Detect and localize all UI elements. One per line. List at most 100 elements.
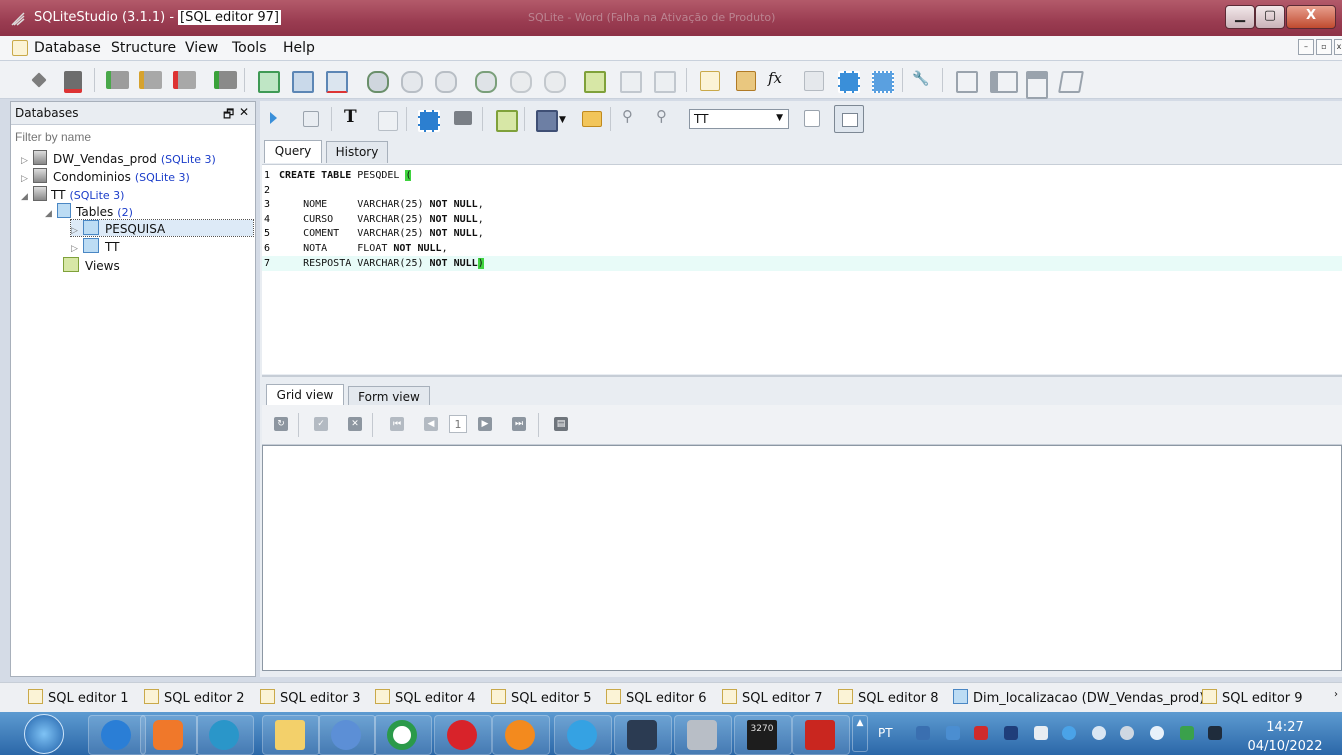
close-button[interactable]: X [1286, 5, 1336, 29]
refresh-results-icon[interactable]: ↻ [274, 417, 288, 431]
delete-view-icon[interactable] [654, 71, 676, 93]
maximize-button[interactable]: ▢ [1255, 5, 1285, 29]
taskbar-virtualbox[interactable] [614, 715, 672, 755]
window-tab-sql-editor-3[interactable]: SQL editor 3 [260, 689, 361, 706]
open-sql-editor-icon[interactable] [700, 71, 720, 91]
window-tab-sql-editor-6[interactable]: SQL editor 6 [606, 689, 707, 706]
import-icon[interactable] [872, 71, 894, 93]
tile-horizontal-icon[interactable] [990, 71, 1018, 93]
filter-input[interactable] [13, 127, 257, 147]
window-tab-sql-editor-5[interactable]: SQL editor 5 [491, 689, 592, 706]
menu-help[interactable]: Help [283, 40, 315, 56]
mdi-minimize-icon[interactable]: – [1298, 39, 1314, 55]
create-view-icon[interactable] [584, 71, 606, 93]
chrome-tray-icon[interactable] [1150, 726, 1164, 740]
mdi-close-icon[interactable]: x [1334, 39, 1342, 55]
menu-view[interactable]: View [185, 40, 218, 56]
delete-table-icon[interactable] [326, 71, 348, 93]
taskbar-mongodb[interactable] [374, 715, 432, 755]
disconnect-db-icon[interactable] [64, 71, 82, 93]
tile-windows-icon[interactable] [956, 71, 978, 93]
create-trigger-icon[interactable] [475, 71, 497, 93]
window-tab-sql-editor-9[interactable]: SQL editor 9 [1202, 689, 1303, 706]
menu-structure[interactable]: Structure [111, 40, 176, 56]
menu-tools[interactable]: Tools [232, 40, 267, 56]
next-page-icon[interactable]: ▶ [478, 417, 492, 431]
sql-editor[interactable]: 1 CREATE TABLE PESQDEL ( 2 3 NOME VARCHAR… [262, 164, 1342, 374]
tree-item-tt[interactable]: ◢ TT (SQLite 3) [21, 186, 124, 202]
configure-wrench-icon[interactable]: 🔧 [912, 71, 930, 89]
edit-table-icon[interactable] [292, 71, 314, 93]
cloud-sync-icon[interactable] [1120, 726, 1134, 740]
collapse-arrow-icon[interactable]: ◢ [45, 209, 57, 219]
tree-item-table-tt[interactable]: ▷ TT [71, 238, 119, 254]
cascade-windows-icon[interactable] [1058, 71, 1084, 93]
signal-icon[interactable] [946, 726, 960, 740]
mdi-restore-icon[interactable]: ▫ [1316, 39, 1332, 55]
taskbar-sqlitestudio[interactable] [674, 715, 732, 755]
expand-arrow-icon[interactable]: ▷ [21, 174, 33, 184]
collapse-arrow-icon[interactable]: ◢ [21, 192, 33, 202]
edit-index-icon[interactable] [401, 71, 423, 93]
window-tab-sql-editor-7[interactable]: SQL editor 7 [722, 689, 823, 706]
minimize-button[interactable]: ▁ [1225, 5, 1255, 29]
save-dropdown-icon[interactable]: ▼ [559, 115, 569, 133]
system-clock[interactable]: 14:27 04/10/2022 [1246, 720, 1324, 755]
first-page-icon[interactable]: ⏮ [390, 417, 404, 431]
remove-database-icon[interactable] [173, 71, 196, 89]
execute-query-icon[interactable] [270, 112, 277, 124]
save-sql-icon[interactable] [536, 110, 558, 132]
delete-index-icon[interactable] [435, 71, 457, 93]
tab-query[interactable]: Query [264, 140, 322, 163]
connect-db-icon[interactable] [31, 72, 47, 88]
expand-arrow-icon[interactable]: ▷ [71, 244, 83, 254]
expand-arrow-icon[interactable]: ▷ [21, 156, 33, 166]
network-error-icon[interactable] [916, 726, 930, 740]
tree-item-condominios[interactable]: ▷ Condominios (SQLite 3) [21, 168, 190, 184]
antivirus-icon[interactable] [974, 726, 988, 740]
window-tab-dim-localizacao[interactable]: Dim_localizacao (DW_Vendas_prod) [953, 689, 1204, 706]
create-table-icon[interactable] [258, 71, 280, 93]
results-in-tab-icon[interactable] [804, 110, 820, 127]
print-icon[interactable] [454, 111, 472, 125]
taskbar-opera[interactable] [434, 715, 492, 755]
edit-view-icon[interactable] [620, 71, 642, 93]
edit-database-icon[interactable] [139, 71, 162, 89]
menu-database[interactable]: Database [34, 40, 101, 56]
language-indicator[interactable]: PT [878, 726, 893, 740]
functions-editor-icon[interactable]: fx [768, 69, 786, 87]
export-results-icon[interactable] [418, 110, 440, 132]
update-tray-icon[interactable] [1180, 726, 1194, 740]
taskbar-mainframe[interactable]: 3270 [734, 715, 792, 755]
show-hidden-icons-icon[interactable]: ▲ [852, 715, 868, 752]
app-tray-icon[interactable] [1208, 726, 1222, 740]
float-panel-icon[interactable]: 🗗 [223, 105, 234, 126]
window-tab-sql-editor-2[interactable]: SQL editor 2 [144, 689, 245, 706]
last-page-icon[interactable]: ⏭ [512, 417, 526, 431]
results-below-toggle[interactable] [834, 105, 864, 133]
rollback-changes-icon[interactable]: ✕ [348, 417, 362, 431]
format-sql-icon[interactable]: T [344, 107, 362, 127]
create-view-from-query-icon[interactable] [496, 110, 518, 132]
collations-icon[interactable] [804, 71, 824, 91]
commit-changes-icon[interactable]: ✓ [314, 417, 328, 431]
add-database-icon[interactable] [106, 71, 129, 89]
tile-vertical-icon[interactable] [1026, 71, 1048, 99]
taskbar-internet-explorer[interactable] [88, 715, 146, 755]
edit-trigger-icon[interactable] [510, 71, 532, 93]
tree-item-tables[interactable]: ◢ Tables (2) [45, 203, 133, 219]
find-replace-icon[interactable]: ⚲ [656, 107, 674, 125]
device-icon[interactable] [1034, 726, 1048, 740]
window-tab-sql-editor-1[interactable]: SQL editor 1 [28, 689, 129, 706]
keyboard-icon[interactable] [1004, 726, 1018, 740]
taskbar-media-player[interactable] [140, 715, 198, 755]
windows-start-icon[interactable] [24, 714, 64, 754]
delete-trigger-icon[interactable] [544, 71, 566, 93]
extensions-icon[interactable] [838, 71, 860, 93]
taskbar-file-explorer[interactable] [262, 715, 320, 755]
taskbar-filezilla[interactable] [792, 715, 850, 755]
clear-query-icon[interactable] [378, 111, 398, 131]
previous-page-icon[interactable]: ◀ [424, 417, 438, 431]
ddl-history-icon[interactable] [736, 71, 756, 91]
tab-history[interactable]: History [326, 141, 388, 163]
